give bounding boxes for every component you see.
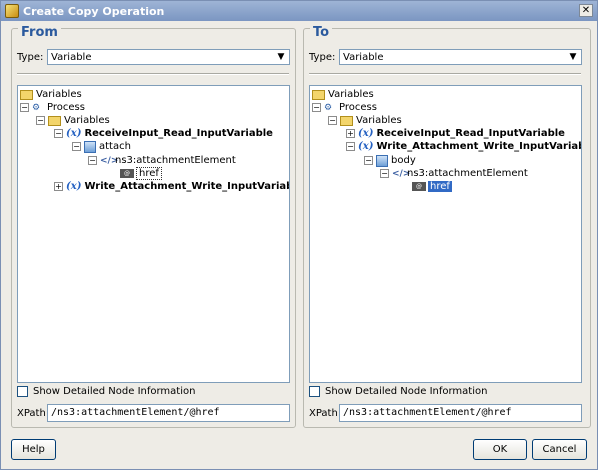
tree-node-label: Variables — [328, 89, 374, 100]
tree-node-label: href — [136, 167, 162, 180]
process-icon: ⚙ — [324, 102, 333, 113]
to-tree[interactable]: Variables − ⚙ Process − Variables + (x) … — [309, 85, 582, 383]
tree-node-body[interactable]: − body — [364, 154, 416, 167]
variable-icon: (x) — [358, 128, 374, 139]
to-xpath-row: XPath: /ns3:attachmentElement/@href — [309, 404, 582, 422]
app-icon — [5, 4, 19, 18]
folder-icon — [340, 115, 353, 126]
collapse-icon[interactable]: − — [88, 156, 97, 165]
message-part-icon — [376, 154, 388, 167]
tree-node-element[interactable]: − </> ns3:attachmentElement — [88, 154, 236, 167]
tree-node-label: ReceiveInput_Read_InputVariable — [376, 128, 565, 139]
from-panel: From Type: Variable ▼ Variables − ⚙ Proc… — [11, 25, 296, 428]
collapse-icon[interactable]: − — [346, 142, 355, 151]
tree-node-label: href — [428, 181, 452, 192]
tree-node-label: Variables — [64, 115, 110, 126]
collapse-icon[interactable]: − — [364, 156, 373, 165]
tree-node-label: Variables — [36, 89, 82, 100]
tree-node-receive-input-var[interactable]: − (x) ReceiveInput_Read_InputVariable — [54, 127, 273, 140]
tree-node-variables[interactable]: − Variables — [36, 114, 110, 127]
tree-node-process[interactable]: − ⚙ Process — [312, 101, 377, 114]
title-bar: Create Copy Operation ✕ — [1, 1, 597, 21]
collapse-icon[interactable]: − — [380, 169, 389, 178]
variable-icon: (x) — [66, 128, 82, 139]
from-type-label: Type: — [17, 51, 44, 63]
tree-node-attach[interactable]: − attach — [72, 140, 131, 153]
element-icon: </> — [392, 168, 411, 179]
from-type-row: Type: Variable ▼ — [17, 49, 290, 65]
from-xpath-row: XPath: /ns3:attachmentElement/@href — [17, 404, 290, 422]
to-type-label: Type: — [309, 51, 336, 63]
tree-node-write-attachment-var[interactable]: − (x) Write_Attachment_Write_InputVariab… — [346, 140, 582, 153]
message-part-icon — [84, 140, 96, 153]
from-tree[interactable]: Variables − ⚙ Process − Variables − (x) … — [17, 85, 290, 383]
help-button[interactable]: Help — [11, 439, 56, 460]
element-icon: </> — [100, 155, 119, 166]
process-icon: ⚙ — [32, 102, 41, 113]
variable-icon: (x) — [66, 181, 82, 192]
tree-node-variables-root[interactable]: Variables — [312, 88, 374, 101]
attribute-icon: @ — [412, 182, 426, 191]
tree-node-href[interactable]: @ href — [120, 167, 162, 180]
to-type-value: Variable — [343, 51, 384, 63]
from-type-select[interactable]: Variable ▼ — [47, 49, 290, 65]
tree-node-label: ns3:attachmentElement — [407, 168, 528, 179]
from-xpath-label: XPath: — [17, 407, 50, 419]
tree-node-element[interactable]: − </> ns3:attachmentElement — [380, 167, 528, 180]
create-copy-operation-dialog: Create Copy Operation ✕ From Type: Varia… — [0, 0, 598, 470]
checkbox-label: Show Detailed Node Information — [325, 386, 488, 397]
to-xpath-input[interactable]: /ns3:attachmentElement/@href — [339, 404, 582, 422]
tree-node-label: ns3:attachmentElement — [115, 155, 236, 166]
collapse-icon[interactable]: − — [328, 116, 337, 125]
folder-icon — [312, 89, 325, 100]
close-icon[interactable]: ✕ — [579, 4, 593, 17]
tree-node-label: ReceiveInput_Read_InputVariable — [84, 128, 273, 139]
to-heading: To — [310, 25, 333, 40]
to-type-row: Type: Variable ▼ — [309, 49, 582, 65]
tree-node-variables[interactable]: − Variables — [328, 114, 402, 127]
tree-node-write-attachment-var[interactable]: + (x) Write_Attachment_Write_InputVariab… — [54, 180, 290, 193]
from-heading: From — [18, 25, 61, 40]
tree-node-label: body — [391, 155, 416, 166]
dialog-title: Create Copy Operation — [23, 4, 165, 18]
expand-icon[interactable]: + — [346, 129, 355, 138]
folder-icon — [48, 115, 61, 126]
tree-node-variables-root[interactable]: Variables — [20, 88, 82, 101]
attribute-icon: @ — [120, 169, 134, 178]
to-xpath-label: XPath: — [309, 407, 342, 419]
collapse-icon[interactable]: − — [54, 129, 63, 138]
tree-node-href[interactable]: @ href — [412, 180, 452, 193]
tree-node-process[interactable]: − ⚙ Process — [20, 101, 85, 114]
from-show-detail-checkbox[interactable]: Show Detailed Node Information — [17, 386, 195, 397]
to-show-detail-checkbox[interactable]: Show Detailed Node Information — [309, 386, 487, 397]
variable-icon: (x) — [358, 141, 374, 152]
cancel-button[interactable]: Cancel — [532, 439, 587, 460]
collapse-icon[interactable]: − — [20, 103, 29, 112]
chevron-down-icon[interactable]: ▼ — [273, 52, 289, 62]
to-separator — [309, 73, 581, 75]
collapse-icon[interactable]: − — [36, 116, 45, 125]
tree-node-label: attach — [99, 141, 131, 152]
tree-node-label: Variables — [356, 115, 402, 126]
to-type-select[interactable]: Variable ▼ — [339, 49, 582, 65]
tree-node-label: Write_Attachment_Write_InputVariable — [84, 181, 290, 192]
from-type-value: Variable — [51, 51, 92, 63]
expand-icon[interactable]: + — [54, 182, 63, 191]
checkbox-label: Show Detailed Node Information — [33, 386, 196, 397]
tree-node-label: Process — [339, 102, 377, 113]
folder-icon — [20, 89, 33, 100]
collapse-icon[interactable]: − — [72, 142, 81, 151]
ok-button[interactable]: OK — [473, 439, 527, 460]
tree-node-label: Process — [47, 102, 85, 113]
checkbox-box[interactable] — [17, 386, 28, 397]
tree-node-label: Write_Attachment_Write_InputVariable — [376, 141, 582, 152]
checkbox-box[interactable] — [309, 386, 320, 397]
from-separator — [17, 73, 289, 75]
to-panel: To Type: Variable ▼ Variables − ⚙ Proces… — [303, 25, 591, 428]
collapse-icon[interactable]: − — [312, 103, 321, 112]
from-xpath-input[interactable]: /ns3:attachmentElement/@href — [47, 404, 290, 422]
tree-node-receive-input-var[interactable]: + (x) ReceiveInput_Read_InputVariable — [346, 127, 565, 140]
chevron-down-icon[interactable]: ▼ — [565, 52, 581, 62]
